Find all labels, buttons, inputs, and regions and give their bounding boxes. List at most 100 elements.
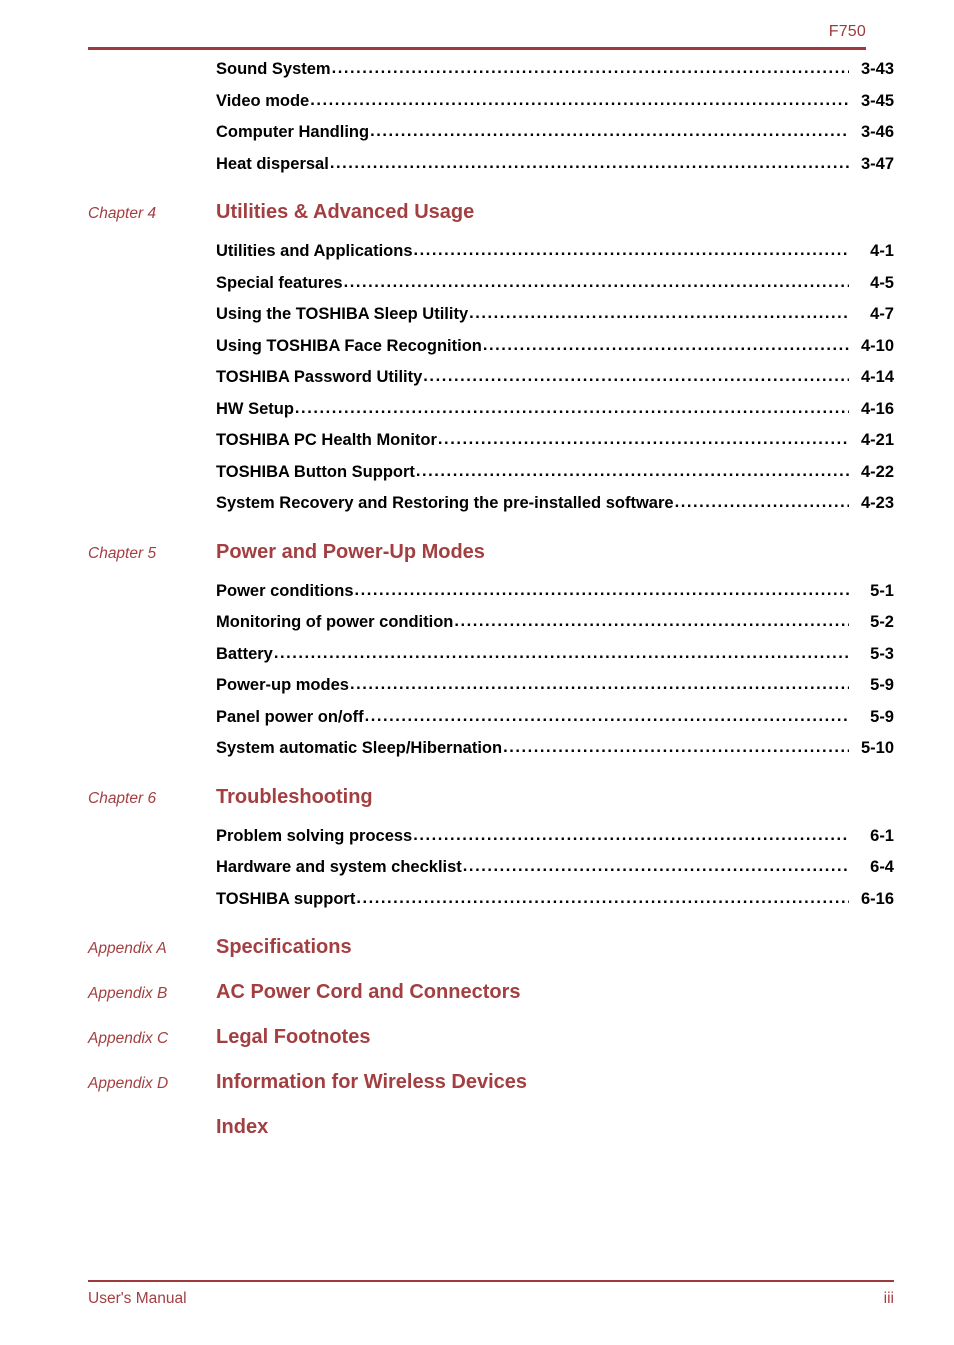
footer-manual-label: User's Manual — [88, 1290, 187, 1307]
toc-entry-title: Battery — [216, 644, 273, 663]
toc-entry[interactable]: Panel power on/off......................… — [88, 706, 894, 738]
manual-toc-page: F750 Sound System.......................… — [0, 0, 954, 1345]
toc-entry[interactable]: System Recovery and Restoring the pre-in… — [88, 492, 894, 524]
toc-entry-page-number: 5-1 — [870, 581, 894, 600]
toc-entry[interactable]: HW Setup................................… — [88, 398, 894, 430]
toc-chapter-label: Chapter 4 — [88, 205, 157, 222]
toc-appendix-title: AC Power Cord and Connectors — [216, 981, 521, 1003]
toc-dot-leader: ........................................… — [343, 272, 849, 291]
toc-dot-leader: ........................................… — [364, 706, 849, 725]
toc-entry[interactable]: Using TOSHIBA Face Recognition..........… — [88, 335, 894, 367]
toc-entry-title: Heat dispersal — [216, 154, 329, 173]
toc-entry-page-number: 3-43 — [860, 60, 894, 78]
toc-entry-page-number: 4-10 — [860, 336, 894, 355]
toc-entry[interactable]: Power conditions........................… — [88, 580, 894, 612]
toc-dot-leader: ........................................… — [437, 430, 849, 448]
toc-chapter-group: Sound System............................… — [88, 58, 894, 184]
toc-entry-title: Computer Handling — [216, 123, 370, 141]
page-footer: User's Manual iii — [88, 1280, 894, 1309]
toc-appendix-group: Appendix A Specifications Appendix B AC Pow… — [88, 935, 894, 1160]
toc-entry-title: Sound System — [216, 60, 331, 78]
toc-chapter-label: Chapter 6 — [88, 789, 157, 807]
toc-entry[interactable]: Problem solving process.................… — [88, 825, 894, 857]
toc-entry-title: Power conditions — [216, 581, 354, 600]
toc-entry-page-number: 4-22 — [860, 462, 894, 481]
toc-entry[interactable]: Monitoring of power condition...........… — [88, 611, 894, 643]
toc-entry-page-number: 3-45 — [860, 91, 894, 110]
toc-entry-title: Hardware and system checklist — [216, 858, 462, 876]
toc-chapter-heading[interactable]: Chapter 6 Troubleshooting — [88, 785, 894, 825]
header-model-name: F750 — [828, 23, 866, 40]
toc-entry-page-number: 4-14 — [860, 368, 894, 386]
toc-entry-title: Panel power on/off — [216, 707, 364, 726]
toc-entry-title: TOSHIBA PC Health Monitor — [216, 431, 437, 449]
toc-dot-leader: ........................................… — [674, 493, 849, 511]
toc-entry[interactable]: Special features........................… — [88, 272, 894, 304]
toc-entry-title: Problem solving process — [216, 826, 413, 845]
toc-index-heading[interactable]: Index — [88, 1115, 894, 1160]
toc-entry-page-number: 5-3 — [870, 644, 894, 663]
toc-entry-page-number: 3-47 — [860, 154, 894, 173]
toc-entry[interactable]: TOSHIBA PC Health Monitor...............… — [88, 429, 894, 461]
table-of-contents: Sound System............................… — [88, 58, 894, 1160]
toc-appendix-heading[interactable]: Appendix C Legal Footnotes — [88, 1025, 894, 1070]
toc-chapter-heading[interactable]: Chapter 4 Utilities & Advanced Usage — [88, 200, 894, 240]
toc-entry-page-number: 4-23 — [860, 494, 894, 512]
toc-entry[interactable]: Using the TOSHIBA Sleep Utility.........… — [88, 303, 894, 335]
toc-entry-page-number: 6-16 — [860, 889, 894, 908]
toc-dot-leader: ........................................… — [331, 59, 849, 77]
toc-chapter-heading[interactable]: Chapter 5 Power and Power-Up Modes — [88, 540, 894, 580]
toc-dot-leader: ........................................… — [370, 122, 849, 140]
toc-entry[interactable]: TOSHIBA Button Support..................… — [88, 461, 894, 493]
toc-entry[interactable]: Power-up modes..........................… — [88, 674, 894, 706]
toc-appendix-title: Information for Wireless Devices — [216, 1071, 528, 1093]
toc-index-title: Index — [216, 1116, 269, 1138]
toc-entry-title: Using TOSHIBA Face Recognition — [216, 336, 482, 355]
toc-entry-title: HW Setup — [216, 399, 294, 418]
toc-dot-leader: ........................................… — [413, 825, 849, 844]
toc-appendix-label: Appendix D — [88, 1075, 169, 1092]
toc-entry-page-number: 4-7 — [870, 305, 894, 323]
toc-entry[interactable]: Sound System............................… — [88, 58, 894, 90]
toc-dot-leader: ........................................… — [415, 461, 849, 480]
toc-chapter-group: Chapter 4 Utilities & Advanced Usage Utili… — [88, 200, 894, 524]
toc-entry-title: System automatic Sleep/Hibernation — [216, 739, 503, 757]
toc-entry-title: Video mode — [216, 91, 310, 110]
toc-entry[interactable]: System automatic Sleep/Hibernation......… — [88, 737, 894, 769]
toc-entry[interactable]: Hardware and system checklist...........… — [88, 856, 894, 888]
toc-appendix-title: Legal Footnotes — [216, 1026, 371, 1048]
toc-dot-leader: ........................................… — [454, 612, 849, 630]
toc-chapter-group: Chapter 5 Power and Power-Up Modes Power c… — [88, 540, 894, 769]
page-header: F750 — [88, 22, 866, 50]
toc-entry-page-number: 5-10 — [860, 739, 894, 757]
toc-appendix-label: Appendix B — [88, 985, 168, 1002]
toc-entry-title: TOSHIBA Password Utility — [216, 368, 423, 386]
toc-entry[interactable]: TOSHIBA Password Utility................… — [88, 366, 894, 398]
toc-chapter-title: Troubleshooting — [216, 785, 373, 808]
toc-entry-title: Special features — [216, 273, 343, 292]
toc-appendix-heading[interactable]: Appendix B AC Power Cord and Connectors — [88, 980, 894, 1025]
toc-entry-page-number: 5-9 — [870, 707, 894, 726]
toc-dot-leader: ........................................… — [503, 738, 849, 756]
toc-entry[interactable]: Heat dispersal..........................… — [88, 153, 894, 185]
toc-entry-title: Using the TOSHIBA Sleep Utility — [216, 305, 469, 323]
toc-dot-leader: ........................................… — [273, 643, 849, 662]
toc-entry-page-number: 5-2 — [870, 613, 894, 631]
toc-appendix-heading[interactable]: Appendix D Information for Wireless Devic… — [88, 1070, 894, 1115]
toc-appendix-heading[interactable]: Appendix A Specifications — [88, 935, 894, 980]
toc-dot-leader: ........................................… — [349, 675, 849, 693]
toc-chapter-label: Chapter 5 — [88, 544, 157, 562]
toc-entry[interactable]: Computer Handling.......................… — [88, 121, 894, 153]
header-divider — [88, 47, 866, 50]
toc-entry-page-number: 4-5 — [870, 273, 894, 292]
toc-entry-title: TOSHIBA support — [216, 889, 356, 908]
toc-entry[interactable]: Utilities and Applications..............… — [88, 240, 894, 272]
toc-entry[interactable]: Video mode..............................… — [88, 90, 894, 122]
toc-entry[interactable]: Battery.................................… — [88, 643, 894, 675]
toc-chapter-title: Utilities & Advanced Usage — [216, 201, 475, 223]
toc-entry[interactable]: TOSHIBA support.........................… — [88, 888, 894, 920]
toc-entry-title: System Recovery and Restoring the pre-in… — [216, 494, 674, 512]
toc-appendix-label: Appendix C — [88, 1030, 169, 1047]
toc-entry-page-number: 6-4 — [870, 858, 894, 876]
toc-chapter-group: Chapter 6 Troubleshooting Problem solving … — [88, 785, 894, 920]
